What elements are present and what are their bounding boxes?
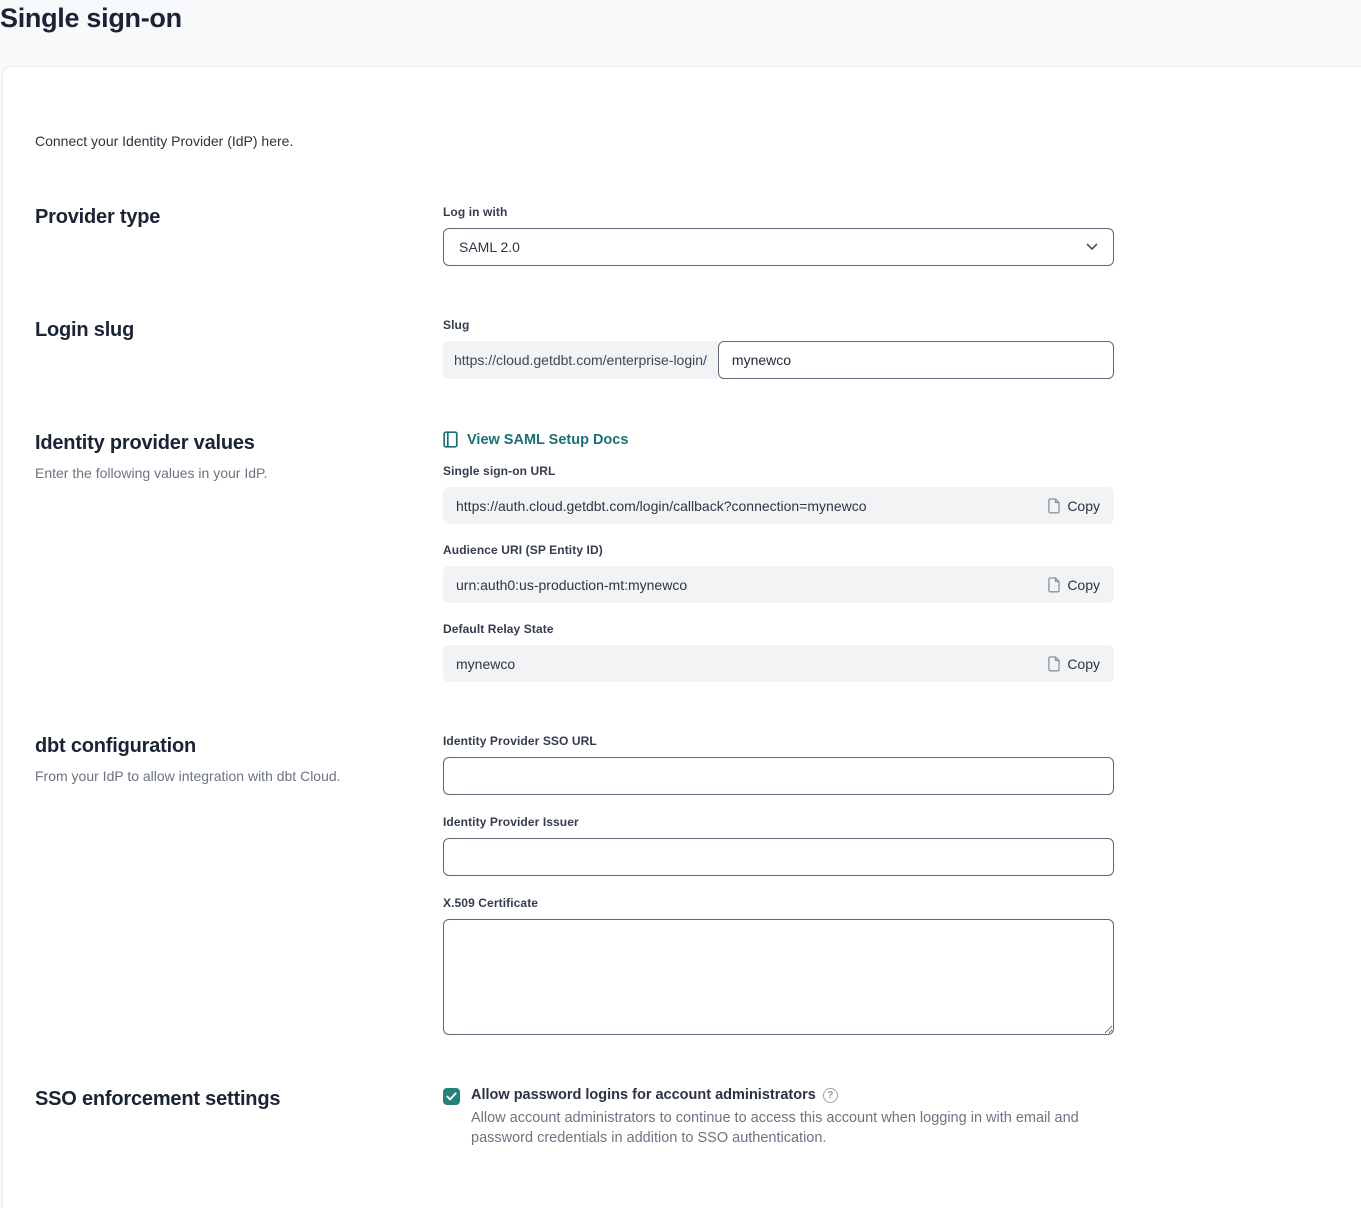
section-idp-values: Identity provider values Enter the follo…	[35, 431, 1361, 682]
chevron-down-icon	[1086, 243, 1098, 251]
audience-uri-field: Audience URI (SP Entity ID) urn:auth0:us…	[443, 543, 1114, 603]
idp-issuer-field: Identity Provider Issuer	[443, 815, 1114, 876]
copy-icon	[1047, 577, 1060, 593]
sso-url-copy-button[interactable]: Copy	[1047, 498, 1100, 514]
login-slug-heading: Login slug	[35, 318, 419, 342]
allow-password-logins-row: Allow password logins for account admini…	[443, 1087, 1114, 1148]
copy-icon	[1047, 656, 1060, 672]
relay-state-field: Default Relay State mynewco Copy	[443, 622, 1114, 682]
provider-type-selected-value: SAML 2.0	[459, 239, 520, 255]
provider-type-heading: Provider type	[35, 205, 419, 229]
slug-input-group: https://cloud.getdbt.com/enterprise-logi…	[443, 341, 1114, 379]
slug-url-prefix: https://cloud.getdbt.com/enterprise-logi…	[443, 341, 718, 379]
allow-password-logins-description: Allow account administrators to continue…	[471, 1108, 1111, 1148]
section-dbt-configuration: dbt configuration From your IdP to allow…	[35, 734, 1361, 1035]
idp-sso-url-input[interactable]	[443, 757, 1114, 795]
sso-url-value-row: https://auth.cloud.getdbt.com/login/call…	[443, 487, 1114, 524]
relay-state-copy-button[interactable]: Copy	[1047, 656, 1100, 672]
checkmark-icon	[446, 1092, 457, 1101]
copy-button-label: Copy	[1067, 656, 1100, 672]
relay-state-label: Default Relay State	[443, 622, 1114, 636]
audience-uri-copy-button[interactable]: Copy	[1047, 577, 1100, 593]
idp-values-subtext: Enter the following values in your IdP.	[35, 464, 419, 482]
idp-values-heading: Identity provider values	[35, 431, 419, 455]
settings-card: Connect your Identity Provider (IdP) her…	[2, 66, 1361, 1208]
section-provider-type: Provider type Log in with SAML 2.0	[35, 205, 1361, 266]
provider-type-select[interactable]: SAML 2.0	[443, 228, 1114, 266]
dbt-configuration-subtext: From your IdP to allow integration with …	[35, 767, 419, 785]
slug-input[interactable]	[718, 341, 1114, 379]
docs-link-label: View SAML Setup Docs	[467, 432, 628, 448]
page-header: Single sign-on	[0, 0, 1361, 66]
x509-certificate-field: X.509 Certificate	[443, 896, 1114, 1035]
x509-certificate-textarea[interactable]	[443, 919, 1114, 1035]
idp-sso-url-label: Identity Provider SSO URL	[443, 734, 1114, 748]
audience-uri-value: urn:auth0:us-production-mt:mynewco	[456, 577, 687, 593]
copy-button-label: Copy	[1067, 498, 1100, 514]
idp-issuer-label: Identity Provider Issuer	[443, 815, 1114, 829]
section-sso-enforcement: SSO enforcement settings Allow password …	[35, 1087, 1361, 1148]
allow-password-logins-label[interactable]: Allow password logins for account admini…	[471, 1087, 816, 1103]
sso-url-label: Single sign-on URL	[443, 464, 1114, 478]
audience-uri-value-row: urn:auth0:us-production-mt:mynewco Copy	[443, 566, 1114, 603]
copy-icon	[1047, 498, 1060, 514]
relay-state-value: mynewco	[456, 656, 515, 672]
help-icon[interactable]: ?	[823, 1088, 838, 1103]
intro-text: Connect your Identity Provider (IdP) her…	[35, 133, 1361, 149]
page-title: Single sign-on	[0, 3, 182, 34]
relay-state-value-row: mynewco Copy	[443, 645, 1114, 682]
sso-enforcement-heading: SSO enforcement settings	[35, 1087, 419, 1111]
view-saml-setup-docs-link[interactable]: View SAML Setup Docs	[443, 431, 628, 448]
docs-icon	[443, 431, 458, 448]
sso-url-value: https://auth.cloud.getdbt.com/login/call…	[456, 498, 867, 514]
slug-label: Slug	[443, 318, 1114, 332]
dbt-configuration-heading: dbt configuration	[35, 734, 419, 758]
audience-uri-label: Audience URI (SP Entity ID)	[443, 543, 1114, 557]
allow-password-logins-checkbox[interactable]	[443, 1088, 460, 1105]
copy-button-label: Copy	[1067, 577, 1100, 593]
x509-certificate-label: X.509 Certificate	[443, 896, 1114, 910]
sso-url-field: Single sign-on URL https://auth.cloud.ge…	[443, 464, 1114, 524]
idp-sso-url-field: Identity Provider SSO URL	[443, 734, 1114, 795]
log-in-with-label: Log in with	[443, 205, 1114, 219]
section-login-slug: Login slug Slug https://cloud.getdbt.com…	[35, 318, 1361, 379]
idp-issuer-input[interactable]	[443, 838, 1114, 876]
